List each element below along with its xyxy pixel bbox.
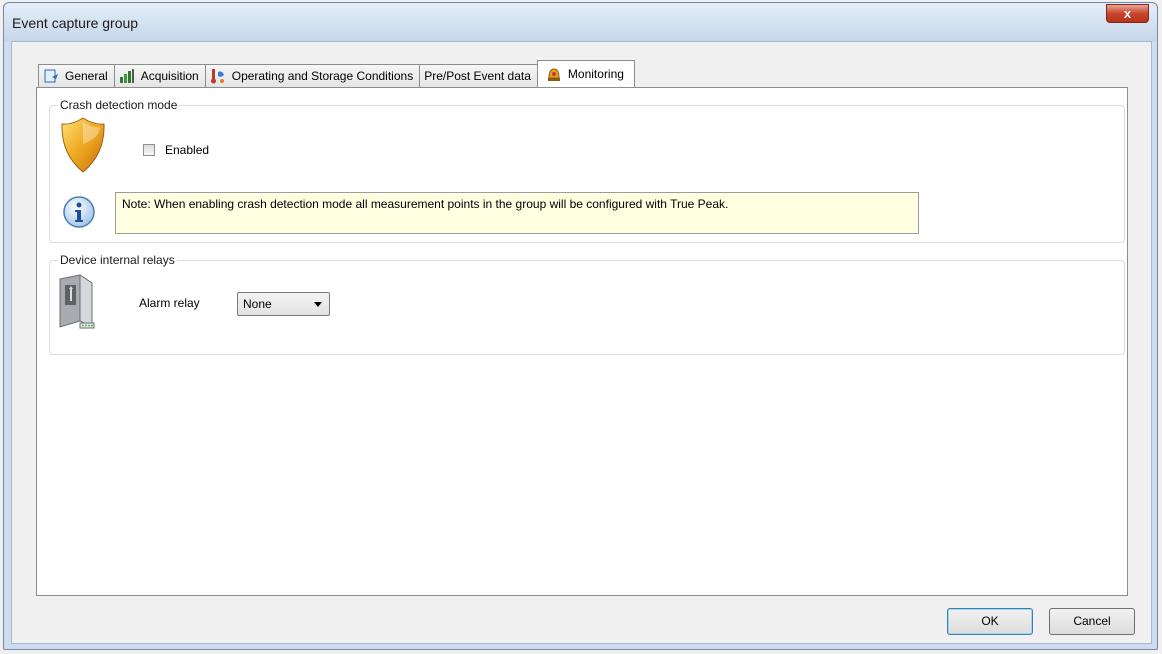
crash-detection-group: Crash detection mode Enabled Note: When … [49, 98, 1125, 243]
window-title: Event capture group [12, 15, 139, 31]
device-relays-legend: Device internal relays [58, 253, 177, 267]
tab-pre-post-event[interactable]: Pre/Post Event data [419, 64, 538, 87]
tab-operating-storage-label: Operating and Storage Conditions [231, 69, 414, 83]
chevron-down-icon [314, 302, 322, 307]
dialog-client-area: General Acquisition Operating and Storag… [11, 41, 1152, 644]
shield-icon [60, 116, 106, 174]
crash-detection-legend: Crash detection mode [58, 98, 180, 112]
tab-operating-storage[interactable]: Operating and Storage Conditions [204, 64, 421, 87]
device-relays-group: Device internal relays Alarm relay None [49, 253, 1125, 355]
acquisition-icon [119, 68, 135, 84]
relay-device-icon [56, 273, 96, 331]
tab-monitoring-label: Monitoring [567, 67, 624, 81]
tab-monitoring[interactable]: Monitoring [536, 60, 635, 87]
enabled-label: Enabled [165, 143, 210, 157]
tab-general-label: General [65, 69, 108, 83]
enabled-checkbox-row[interactable]: Enabled [143, 143, 209, 157]
tab-strip: General Acquisition Operating and Storag… [38, 60, 635, 87]
tab-panel-monitoring: Crash detection mode Enabled Note: When … [36, 87, 1128, 596]
ok-button[interactable]: OK [947, 608, 1033, 635]
close-button[interactable]: x [1106, 4, 1149, 23]
tab-acquisition-label: Acquisition [140, 69, 199, 83]
tab-pre-post-event-label: Pre/Post Event data [424, 69, 531, 83]
note-box: Note: When enabling crash detection mode… [115, 192, 919, 234]
tab-general[interactable]: General [38, 64, 115, 87]
info-icon [62, 195, 96, 229]
tab-acquisition[interactable]: Acquisition [113, 64, 206, 87]
general-icon [43, 68, 59, 84]
enabled-checkbox[interactable] [143, 144, 155, 156]
alarm-relay-select[interactable]: None [237, 292, 330, 316]
alarm-relay-label: Alarm relay [139, 296, 200, 310]
monitoring-icon [546, 66, 562, 82]
title-bar[interactable]: Event capture group x [4, 3, 1157, 41]
conditions-icon [210, 68, 226, 84]
alarm-relay-value: None [243, 297, 272, 311]
dialog-window: Event capture group x General Acquisitio… [3, 2, 1158, 650]
cancel-button[interactable]: Cancel [1049, 608, 1135, 635]
